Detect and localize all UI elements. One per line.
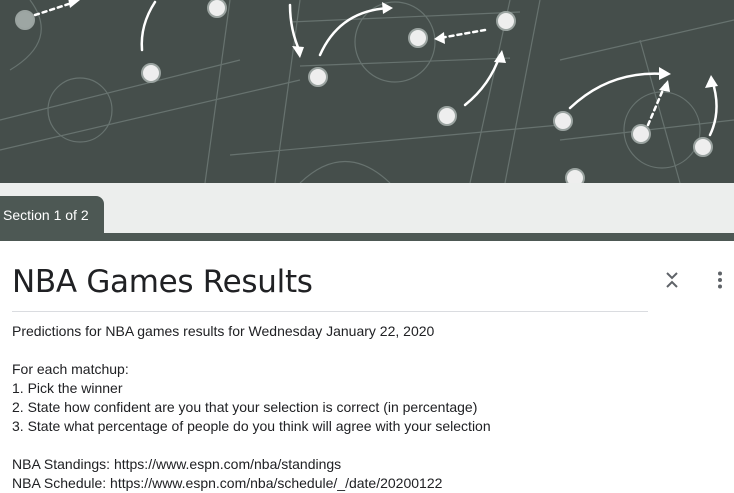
section-tab-strip [0, 183, 734, 233]
collapse-chevrons-icon [666, 272, 678, 288]
description-line: 1. Pick the winner [12, 380, 123, 396]
description-line: 3. State what percentage of people do yo… [12, 418, 491, 434]
standings-link-line: NBA Standings: https://www.espn.com/nba/… [12, 456, 342, 472]
section-indicator-tab: Section 1 of 2 [0, 196, 104, 233]
title-divider [12, 311, 648, 312]
description-line: For each matchup: [12, 361, 129, 377]
more-vertical-icon [718, 271, 722, 289]
section-indicator-label: Section 1 of 2 [3, 206, 89, 223]
section-accent-bar [0, 233, 734, 241]
more-options-button[interactable] [708, 268, 732, 292]
description-line [12, 436, 491, 455]
description-line: Predictions for NBA games results for We… [12, 323, 435, 339]
description-line [12, 341, 491, 360]
schedule-link-line: NBA Schedule: https://www.espn.com/nba/s… [12, 475, 443, 491]
form-description: Predictions for NBA games results for We… [12, 322, 491, 493]
form-title: NBA Games Results [12, 264, 313, 300]
basketball-play-diagram [0, 0, 734, 183]
header-banner [0, 0, 734, 183]
collapse-section-button[interactable] [660, 268, 684, 292]
description-line: 2. State how confident are you that your… [12, 399, 478, 415]
